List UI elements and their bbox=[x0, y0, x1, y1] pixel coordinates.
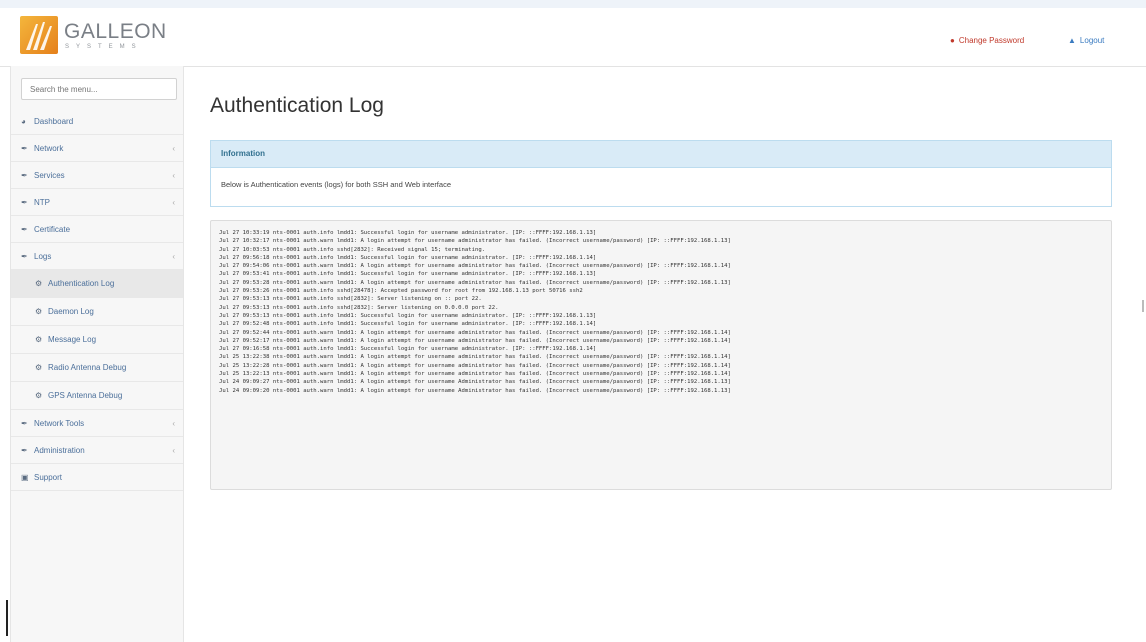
sidebar-item-label: Certificate bbox=[34, 224, 71, 234]
galleon-logo-mark bbox=[20, 16, 58, 54]
sidebar-item-label: Support bbox=[34, 472, 63, 482]
menu-search-input[interactable] bbox=[21, 78, 177, 100]
log-line: Jul 27 09:52:44 nts-0001 auth.warn lmdd1… bbox=[219, 329, 731, 336]
page-scrollbar[interactable] bbox=[1142, 300, 1144, 312]
log-line: Jul 25 13:22:13 nts-0001 auth.warn lmdd1… bbox=[219, 371, 731, 378]
sidebar-item-logs[interactable]: ✒ Logs ‹ bbox=[11, 243, 183, 270]
page-title: Authentication Log bbox=[210, 94, 384, 117]
wrench-icon: ✒ bbox=[21, 224, 28, 234]
chevron-left-icon: ‹ bbox=[172, 419, 175, 428]
log-line: Jul 27 09:53:13 nts-0001 auth.info sshd[… bbox=[219, 304, 499, 311]
log-line: Jul 25 13:22:28 nts-0001 auth.warn lmdd1… bbox=[219, 362, 731, 369]
sidebar-item-label: GPS Antenna Debug bbox=[48, 391, 123, 400]
log-line: Jul 27 09:16:58 nts-0001 auth.info lmdd1… bbox=[219, 346, 597, 353]
log-line: Jul 27 09:52:17 nts-0001 auth.warn lmdd1… bbox=[219, 337, 731, 344]
sidebar-item-label: Daemon Log bbox=[48, 307, 94, 316]
sidebar-item-label: Logs bbox=[34, 251, 52, 261]
chevron-left-icon: ‹ bbox=[172, 252, 175, 261]
wrench-icon: ✒ bbox=[21, 251, 28, 261]
log-line: Jul 24 09:09:20 nts-0001 auth.warn lmdd1… bbox=[219, 387, 731, 394]
gear-icon: ⚙ bbox=[35, 391, 43, 400]
log-line: Jul 24 09:09:27 nts-0001 auth.warn lmdd1… bbox=[219, 379, 731, 386]
auth-log-output[interactable]: Jul 27 10:33:19 nts-0001 auth.info lmdd1… bbox=[210, 220, 1112, 490]
sidebar-item-label: Services bbox=[34, 170, 65, 180]
log-line: Jul 27 09:53:41 nts-0001 auth.info lmdd1… bbox=[219, 271, 597, 278]
log-line: Jul 27 09:54:06 nts-0001 auth.warn lmdd1… bbox=[219, 263, 731, 270]
sidebar-item-administration[interactable]: ✒ Administration ‹ bbox=[11, 437, 183, 464]
wrench-icon: ✒ bbox=[21, 445, 28, 455]
sidebar-item-support[interactable]: ▣ Support bbox=[11, 464, 183, 491]
user-icon: ▲ bbox=[1068, 36, 1076, 45]
log-line: Jul 27 10:03:53 nts-0001 auth.info sshd[… bbox=[219, 246, 486, 253]
sidebar-item-authentication-log[interactable]: ⚙ Authentication Log bbox=[11, 270, 183, 298]
chevron-left-icon: ‹ bbox=[172, 446, 175, 455]
header: GALLEON SYSTEMS ● Change Password ▲ Logo… bbox=[0, 8, 1146, 67]
change-password-label: Change Password bbox=[958, 36, 1025, 45]
sidebar-item-message-log[interactable]: ⚙ Message Log bbox=[11, 326, 183, 354]
sidebar-item-certificate[interactable]: ✒ Certificate bbox=[11, 216, 183, 243]
log-line: Jul 27 09:53:13 nts-0001 auth.info lmdd1… bbox=[219, 312, 597, 319]
log-line: Jul 25 13:22:38 nts-0001 auth.warn lmdd1… bbox=[219, 354, 731, 361]
log-line: Jul 27 09:53:13 nts-0001 auth.info sshd[… bbox=[219, 296, 482, 303]
log-line: Jul 27 10:33:19 nts-0001 auth.info lmdd1… bbox=[219, 230, 597, 236]
chevron-left-icon: ‹ bbox=[172, 144, 175, 153]
logout-label: Logout bbox=[1079, 36, 1105, 45]
sidebar-item-label: Authentication Log bbox=[48, 279, 115, 288]
info-panel-heading: Information bbox=[211, 141, 1111, 168]
wrench-icon: ✒ bbox=[21, 170, 28, 180]
log-line: Jul 27 10:32:17 nts-0001 auth.warn lmdd1… bbox=[219, 238, 731, 245]
sidebar-item-network[interactable]: ✒ Network ‹ bbox=[11, 135, 183, 162]
sidebar-item-label: NTP bbox=[34, 197, 50, 207]
sidebar-item-label: Radio Antenna Debug bbox=[48, 363, 127, 372]
sidebar-item-label: Network bbox=[34, 143, 64, 153]
info-panel: Information Below is Authentication even… bbox=[210, 140, 1112, 207]
gear-icon: ⚙ bbox=[35, 307, 43, 316]
sidebar-item-gps-antenna-debug[interactable]: ⚙ GPS Antenna Debug bbox=[11, 382, 183, 410]
gear-icon: ⚙ bbox=[35, 363, 43, 372]
galleon-logo[interactable]: GALLEON SYSTEMS bbox=[20, 14, 170, 60]
sidebar-item-label: Message Log bbox=[48, 335, 97, 344]
sidebar-item-ntp[interactable]: ✒ NTP ‹ bbox=[11, 189, 183, 216]
text-cursor bbox=[6, 600, 8, 636]
change-password-link[interactable]: ● Change Password bbox=[950, 36, 1024, 45]
info-panel-text: Below is Authentication events (logs) fo… bbox=[221, 180, 451, 189]
chevron-left-icon: ‹ bbox=[172, 171, 175, 180]
sidebar: ◕ Dashboard ✒ Network ‹ ✒ Services ‹ ✒ NTP ‹ ✒ Certi… bbox=[10, 66, 184, 642]
sidebar-item-network-tools[interactable]: ✒ Network Tools ‹ bbox=[11, 410, 183, 437]
log-line: Jul 27 09:52:48 nts-0001 auth.info lmdd1… bbox=[219, 321, 597, 328]
wrench-icon: ✒ bbox=[21, 197, 28, 207]
top-bar bbox=[0, 0, 1146, 8]
lock-icon: ● bbox=[950, 36, 955, 45]
log-line: Jul 27 09:53:26 nts-0001 auth.info sshd[… bbox=[219, 288, 583, 295]
sidebar-item-dashboard[interactable]: ◕ Dashboard bbox=[11, 108, 183, 135]
sidebar-menu: ◕ Dashboard ✒ Network ‹ ✒ Services ‹ ✒ NTP ‹ ✒ Certi… bbox=[11, 108, 183, 491]
brand-name: GALLEON bbox=[64, 20, 167, 43]
sidebar-item-label: Dashboard bbox=[34, 116, 74, 126]
logout-link[interactable]: ▲ Logout bbox=[1068, 36, 1104, 45]
sidebar-item-daemon-log[interactable]: ⚙ Daemon Log bbox=[11, 298, 183, 326]
sidebar-item-label: Administration bbox=[34, 445, 85, 455]
chevron-left-icon: ‹ bbox=[172, 198, 175, 207]
gear-icon: ⚙ bbox=[35, 279, 43, 288]
sidebar-item-services[interactable]: ✒ Services ‹ bbox=[11, 162, 183, 189]
log-line: Jul 27 09:56:18 nts-0001 auth.info lmdd1… bbox=[219, 254, 597, 261]
wrench-icon: ✒ bbox=[21, 143, 28, 153]
support-icon: ▣ bbox=[21, 472, 29, 482]
wrench-icon: ✒ bbox=[21, 418, 28, 428]
sidebar-item-label: Network Tools bbox=[34, 418, 85, 428]
log-line: Jul 27 09:53:28 nts-0001 auth.warn lmdd1… bbox=[219, 279, 731, 286]
gear-icon: ⚙ bbox=[35, 335, 43, 344]
sidebar-item-radio-antenna-debug[interactable]: ⚙ Radio Antenna Debug bbox=[11, 354, 183, 382]
brand-subtitle: SYSTEMS bbox=[65, 44, 143, 50]
dashboard-icon: ◕ bbox=[21, 116, 26, 126]
